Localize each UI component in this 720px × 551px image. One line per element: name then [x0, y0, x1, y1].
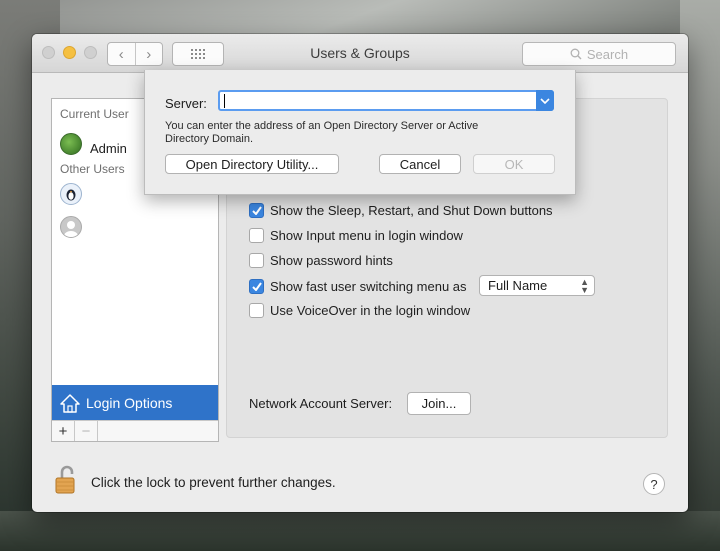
avatar	[60, 132, 82, 155]
chevron-down-icon	[540, 97, 550, 104]
checkbox-checked[interactable]	[249, 279, 264, 294]
option-password-hints[interactable]: Show password hints	[249, 253, 393, 268]
fast-user-switching-popup[interactable]: Full Name ▲ ▼	[479, 275, 595, 296]
desktop-background-bottom	[0, 511, 720, 551]
text-caret	[224, 94, 225, 108]
popup-value: Full Name	[488, 278, 548, 293]
guest-avatar-icon	[60, 216, 82, 238]
option-voiceover[interactable]: Use VoiceOver in the login window	[249, 303, 470, 318]
option-label: Use VoiceOver in the login window	[270, 303, 471, 318]
search-field[interactable]: Search	[522, 42, 676, 66]
help-button[interactable]: ?	[643, 473, 665, 495]
option-label: Show Input menu in login window	[270, 228, 463, 243]
lock-message: Click the lock to prevent further change…	[91, 475, 336, 490]
search-placeholder: Search	[586, 46, 629, 62]
server-dropdown-button[interactable]	[536, 90, 554, 111]
login-options-label: Login Options	[86, 395, 173, 411]
other-users-header: Other Users	[60, 162, 125, 176]
current-user-header: Current User	[60, 107, 129, 121]
lock-icon[interactable]	[54, 464, 78, 499]
option-label: Show fast user switching menu as	[270, 279, 467, 294]
user-guest[interactable]	[60, 216, 82, 238]
user-admin[interactable]: Admin	[60, 131, 127, 156]
up-down-arrows-icon: ▲ ▼	[580, 277, 589, 295]
checkbox-unchecked[interactable]	[249, 253, 264, 268]
add-remove-bar: + −	[52, 420, 218, 441]
option-label: Show the Sleep, Restart, and Shut Down b…	[270, 203, 553, 218]
penguin-avatar-icon	[60, 183, 82, 205]
search-icon	[570, 48, 582, 60]
titlebar: ‹ › Users & Groups Search	[32, 34, 688, 73]
open-directory-utility-button[interactable]: Open Directory Utility...	[165, 154, 339, 174]
option-input-menu[interactable]: Show Input menu in login window	[249, 228, 463, 243]
user-name: Admin	[90, 141, 127, 156]
server-label: Server:	[165, 96, 207, 111]
server-hint-text: You can enter the address of an Open Dir…	[165, 120, 479, 145]
house-icon	[60, 393, 80, 413]
user-other-1[interactable]	[60, 183, 82, 205]
option-sleep-restart[interactable]: Show the Sleep, Restart, and Shut Down b…	[249, 203, 553, 218]
server-input[interactable]	[218, 90, 554, 111]
ok-button[interactable]: OK	[473, 154, 555, 174]
checkbox-unchecked[interactable]	[249, 303, 264, 318]
remove-user-button[interactable]: −	[75, 421, 98, 441]
add-user-button[interactable]: +	[52, 421, 75, 441]
login-options-item[interactable]: Login Options	[52, 385, 218, 421]
network-account-server-label: Network Account Server:	[249, 396, 393, 411]
network-server-sheet: Server: You can enter the address of an …	[144, 70, 576, 195]
checkbox-checked[interactable]	[249, 203, 264, 218]
join-button[interactable]: Join...	[407, 392, 471, 415]
option-fast-user-switching[interactable]: Show fast user switching menu as	[249, 279, 467, 294]
cancel-button[interactable]: Cancel	[379, 154, 461, 174]
option-label: Show password hints	[270, 253, 393, 268]
checkbox-unchecked[interactable]	[249, 228, 264, 243]
